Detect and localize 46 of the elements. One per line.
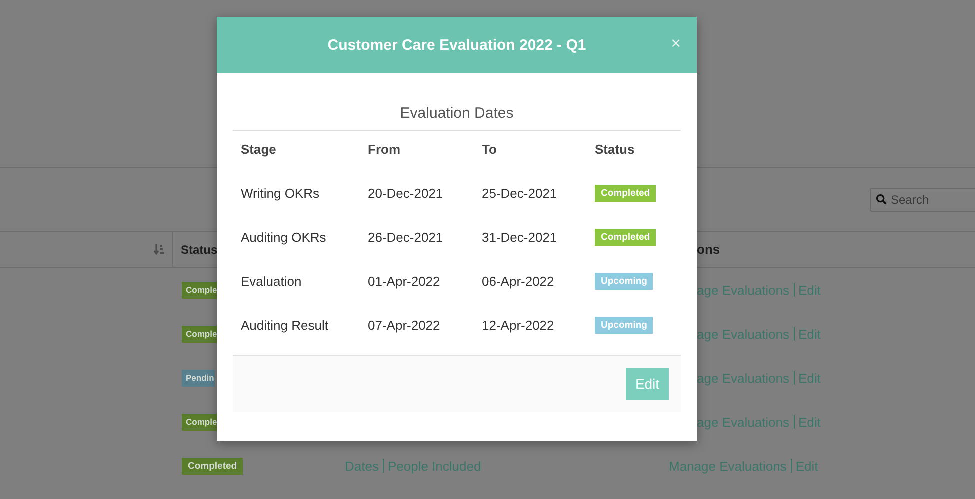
column-header: Stage bbox=[241, 142, 276, 156]
status-badge: Comple bbox=[182, 326, 218, 343]
status-badge: Completed bbox=[595, 185, 656, 202]
table-link[interactable]: Edit bbox=[798, 370, 821, 386]
status-badge: Comple bbox=[182, 282, 218, 299]
table-link[interactable]: age Evaluations bbox=[697, 282, 790, 298]
column-header: ons bbox=[697, 242, 720, 257]
table-cell: Auditing OKRs bbox=[241, 230, 326, 244]
table-cell: 06-Apr-2022 bbox=[482, 274, 554, 288]
table-link[interactable]: Edit bbox=[796, 458, 818, 474]
table-link[interactable]: People Included bbox=[388, 458, 482, 474]
status-badge: Upcoming bbox=[595, 273, 654, 290]
column-header: Status bbox=[181, 242, 218, 256]
table-link[interactable]: Edit bbox=[798, 414, 821, 430]
search-field[interactable]: Search bbox=[870, 188, 975, 212]
column-header: Status bbox=[595, 142, 635, 156]
status-badge: Completed bbox=[595, 229, 656, 246]
status-badge: Completed bbox=[182, 458, 244, 475]
table-cell: 07-Apr-2022 bbox=[368, 318, 440, 332]
table-cell: 26-Dec-2021 bbox=[368, 230, 444, 244]
table-link[interactable]: Edit bbox=[798, 282, 821, 298]
status-badge: Pendin bbox=[182, 370, 216, 387]
table-cell: Auditing Result bbox=[241, 318, 328, 332]
column-header: To bbox=[482, 142, 497, 156]
table-link[interactable]: Manage Evaluations bbox=[669, 458, 787, 474]
status-badge: Upcoming bbox=[595, 317, 654, 334]
table-link[interactable]: age Evaluations bbox=[697, 326, 790, 342]
status-badge: Comple bbox=[182, 414, 218, 431]
table-link[interactable]: Edit bbox=[798, 326, 821, 342]
sort-icon[interactable] bbox=[154, 244, 165, 256]
table-cell: 31-Dec-2021 bbox=[482, 230, 558, 244]
table-link[interactable]: age Evaluations bbox=[697, 414, 790, 430]
table-cell: 01-Apr-2022 bbox=[368, 274, 440, 288]
table-cell: 20-Dec-2021 bbox=[368, 186, 444, 200]
column-header: From bbox=[368, 142, 400, 156]
close-button[interactable]: × bbox=[671, 36, 681, 52]
table-link[interactable]: Dates bbox=[345, 458, 379, 474]
table-cell: 25-Dec-2021 bbox=[482, 186, 558, 200]
edit-button[interactable]: Edit bbox=[626, 368, 669, 400]
section-title: Evaluation Dates bbox=[233, 73, 681, 131]
table-cell: Writing OKRs bbox=[241, 186, 320, 200]
modal-title: Customer Care Evaluation 2022 - Q1 bbox=[328, 36, 586, 54]
table-cell: 12-Apr-2022 bbox=[482, 318, 554, 332]
table-cell: Evaluation bbox=[241, 274, 302, 288]
search-icon bbox=[876, 194, 887, 205]
table-link[interactable]: age Evaluations bbox=[697, 370, 790, 386]
